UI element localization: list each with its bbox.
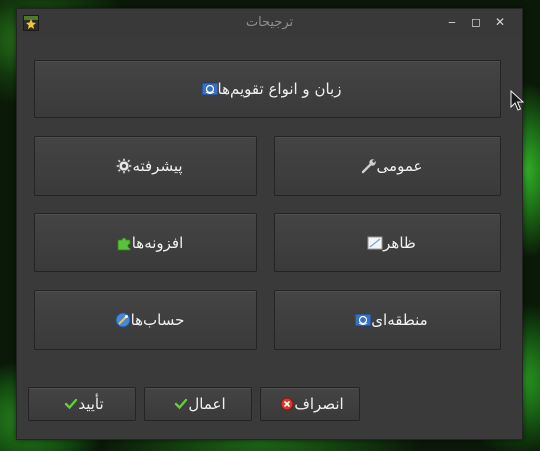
mouse-cursor-icon — [510, 89, 525, 116]
accounts-button[interactable]: حساب‌ها — [34, 290, 257, 350]
appearance-icon — [367, 235, 383, 251]
cancel-label: انصراف — [294, 395, 344, 413]
advanced-label: پیشرفته — [132, 157, 183, 175]
appearance-button[interactable]: ظاهر — [274, 213, 501, 272]
titlebar[interactable]: ترجیحات ‒ ◻ ✕ — [17, 9, 522, 37]
preferences-dialog: ترجیحات ‒ ◻ ✕ زبان و انواع تقویم‌ها پیشر… — [16, 8, 523, 440]
apply-label: اعمال — [188, 395, 226, 413]
apply-button[interactable]: اعمال — [144, 387, 252, 421]
regional-label: منطقه‌ای — [371, 311, 428, 329]
plugins-button[interactable]: افزونه‌ها — [34, 213, 257, 272]
puzzle-icon — [116, 235, 132, 251]
check-icon — [64, 397, 78, 411]
close-icon[interactable]: ✕ — [493, 15, 507, 29]
appearance-label: ظاهر — [383, 233, 416, 252]
cancel-icon — [280, 397, 294, 411]
general-button[interactable]: عمومی — [274, 136, 501, 196]
languages-calendars-button[interactable]: زبان و انواع تقویم‌ها — [34, 60, 501, 118]
general-label: عمومی — [376, 157, 423, 175]
minimize-icon[interactable]: ‒ — [445, 15, 459, 29]
gear-icon — [116, 158, 133, 174]
globe-flag-icon — [354, 312, 372, 328]
languages-calendars-label: زبان و انواع تقویم‌ها — [217, 80, 342, 98]
ok-button[interactable]: تأیید — [28, 387, 136, 421]
maximize-icon[interactable]: ◻ — [469, 15, 483, 29]
regional-button[interactable]: منطقه‌ای — [274, 290, 501, 350]
cancel-button[interactable]: انصراف — [260, 387, 360, 421]
wrench-icon — [361, 158, 377, 174]
ok-label: تأیید — [78, 395, 104, 413]
accounts-icon — [115, 312, 131, 328]
accounts-label: حساب‌ها — [130, 311, 185, 329]
plugins-label: افزونه‌ها — [131, 233, 184, 252]
advanced-button[interactable]: پیشرفته — [34, 136, 257, 196]
globe-flag-icon — [201, 81, 219, 97]
check-icon — [174, 397, 188, 411]
